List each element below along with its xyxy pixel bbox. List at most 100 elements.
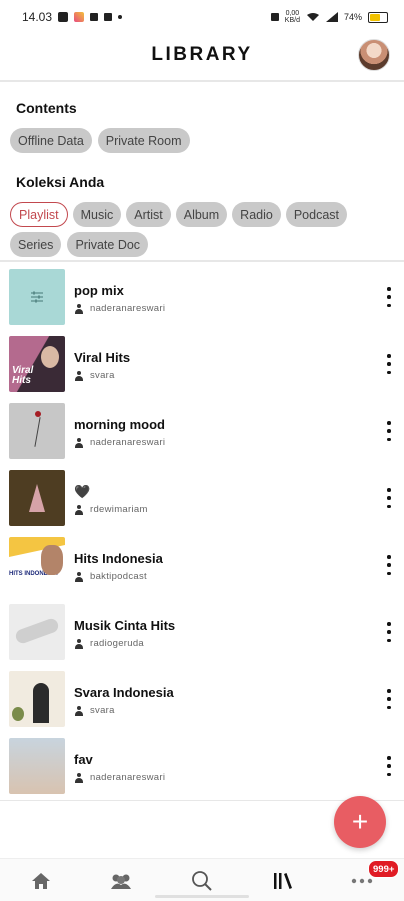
notification-badge: 999+ <box>368 860 400 878</box>
playlist-title: Viral Hits <box>74 350 131 365</box>
koleksi-label: Koleksi Anda <box>16 174 105 190</box>
owner-name: svara <box>90 705 115 716</box>
playlist-cover <box>9 403 65 459</box>
library-icon[interactable] <box>271 869 295 893</box>
signal-icon <box>325 12 338 22</box>
sliders-icon <box>31 291 43 303</box>
playlist-cover <box>9 604 65 660</box>
chip-offline-data[interactable]: Offline Data <box>10 128 92 153</box>
list-item[interactable]: morning mood naderanareswari <box>0 401 404 468</box>
playlist-owner: svara <box>74 370 115 381</box>
mail-icon <box>90 13 99 21</box>
owner-name: naderanareswari <box>90 303 166 314</box>
chip-music[interactable]: Music <box>72 202 122 227</box>
home-icon[interactable] <box>29 869 53 893</box>
playlist-owner: naderanareswari <box>74 772 165 783</box>
owner-name: baktipodcast <box>90 571 147 582</box>
user-icon <box>74 437 84 448</box>
chip-radio[interactable]: Radio <box>232 202 281 227</box>
cover-text: Viral Hits <box>12 365 34 386</box>
wifi-icon <box>306 13 319 21</box>
home-indicator <box>155 895 249 898</box>
more-options-icon[interactable] <box>386 488 392 508</box>
playlist-title: Musik Cinta Hits <box>74 618 176 633</box>
cover-person <box>41 346 59 368</box>
cover-person <box>41 545 63 575</box>
cover-rose <box>35 411 41 417</box>
user-icon <box>74 303 84 314</box>
user-icon <box>74 638 84 649</box>
more-options-icon[interactable] <box>386 689 392 709</box>
chip-artist[interactable]: Artist <box>126 202 171 227</box>
status-bar: 14.03 0,00 KB/d 74% <box>0 0 404 34</box>
contents-chips: Offline Data Private Room <box>10 128 190 153</box>
chip-album[interactable]: Album <box>175 202 228 227</box>
user-icon <box>74 370 84 381</box>
playlist-cover <box>9 470 65 526</box>
playlist-title: morning mood <box>74 417 165 432</box>
chip-playlist[interactable]: Playlist <box>10 202 68 227</box>
network-speed: 0,00 KB/d <box>284 10 300 24</box>
cover-person <box>33 683 49 723</box>
playlist-title: pop mix <box>74 283 124 298</box>
playlist-list: pop mix naderanareswari Viral Hits Viral… <box>0 267 404 803</box>
add-playlist-button[interactable]: + <box>334 796 386 848</box>
battery-percent: 74% <box>343 12 362 22</box>
playlist-owner: radiogeruda <box>74 638 144 649</box>
battery-icon <box>368 11 388 23</box>
list-item[interactable]: 🖤 rdewimariam <box>0 468 404 535</box>
user-icon <box>74 571 84 582</box>
avatar[interactable] <box>358 39 390 71</box>
chip-private-doc[interactable]: Private Doc <box>67 232 149 257</box>
playlist-title: fav <box>74 752 93 767</box>
playlist-title: 🖤 <box>74 484 91 499</box>
list-divider <box>0 260 404 262</box>
playlist-owner: naderanareswari <box>74 303 165 314</box>
more-options-icon[interactable] <box>386 287 392 307</box>
chip-podcast[interactable]: Podcast <box>285 202 348 227</box>
status-time: 14.03 <box>22 10 53 24</box>
user-icon <box>74 772 84 783</box>
header-divider <box>0 80 404 82</box>
owner-name: naderanareswari <box>90 437 166 448</box>
search-icon[interactable] <box>190 869 214 893</box>
more-options-icon[interactable] <box>386 354 392 374</box>
playlist-cover: Viral Hits <box>9 336 65 392</box>
alarm-icon <box>270 13 279 21</box>
list-item[interactable]: Viral Hits Viral Hits svara <box>0 334 404 401</box>
notification-icon <box>58 12 69 22</box>
owner-name: rdewimariam <box>90 504 148 515</box>
chip-private-room[interactable]: Private Room <box>97 128 190 153</box>
owner-name: radiogeruda <box>90 638 145 649</box>
app-notification-icon <box>74 12 85 22</box>
playlist-title: Hits Indonesia <box>74 551 163 566</box>
more-options-icon[interactable] <box>386 756 392 776</box>
user-icon <box>74 504 84 515</box>
playlist-title: Svara Indonesia <box>74 685 174 700</box>
playlist-owner: svara <box>74 705 115 716</box>
instagram-icon <box>104 13 113 21</box>
playlist-owner: rdewimariam <box>74 504 148 515</box>
more-options-icon[interactable] <box>386 421 392 441</box>
more-options-icon[interactable] <box>386 555 392 575</box>
list-item[interactable]: HITS INDONESIA Hits Indonesia baktipodca… <box>0 535 404 602</box>
playlist-cover: HITS INDONESIA <box>9 537 65 593</box>
more-notifications-dot <box>118 15 123 19</box>
koleksi-chips-row2: Series Private Doc <box>10 232 149 257</box>
owner-name: naderanareswari <box>90 772 166 783</box>
playlist-cover <box>9 269 65 325</box>
koleksi-chips-row1: Playlist Music Artist Album Radio Podcas… <box>10 202 348 227</box>
more-options-icon[interactable] <box>386 622 392 642</box>
list-item[interactable]: pop mix naderanareswari <box>0 267 404 334</box>
contents-label: Contents <box>16 100 77 116</box>
playlist-owner: naderanareswari <box>74 437 165 448</box>
page-title: LIBRARY <box>151 44 253 65</box>
list-item[interactable]: fav naderanareswari <box>0 736 404 803</box>
playlist-cover <box>9 671 65 727</box>
owner-name: svara <box>90 370 115 381</box>
chip-series[interactable]: Series <box>10 232 62 257</box>
community-icon[interactable] <box>109 869 133 893</box>
cover-dress <box>29 484 45 512</box>
list-item[interactable]: Musik Cinta Hits radiogeruda <box>0 602 404 669</box>
list-item[interactable]: Svara Indonesia svara <box>0 669 404 736</box>
